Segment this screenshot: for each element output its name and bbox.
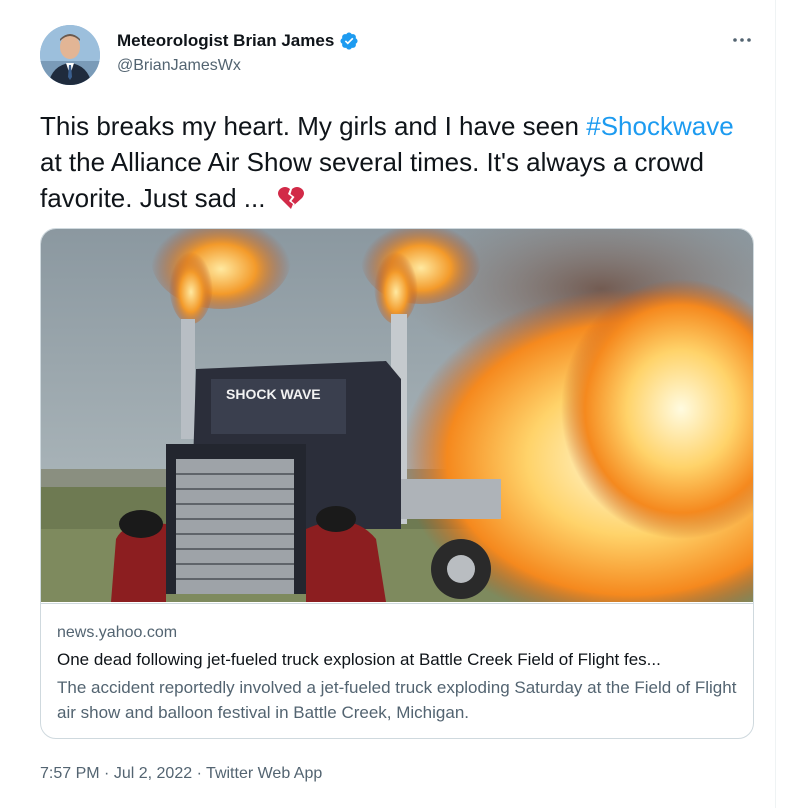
tweet-time[interactable]: 7:57 PM [40,765,100,782]
tweet-text-before: This breaks my heart. My girls and I hav… [40,111,587,141]
card-image: SHOCK WAVE [41,229,753,629]
avatar-image [40,25,100,85]
meta-separator: · [104,765,110,782]
card-description: The accident reportedly involved a jet-f… [57,678,737,722]
verified-badge-icon [339,31,359,51]
tweet-text: This breaks my heart. My girls and I hav… [40,108,740,216]
card-text: news.yahoo.com One dead following jet-fu… [41,603,753,738]
meta-separator: · [196,765,202,782]
tweet-source[interactable]: Twitter Web App [206,765,322,782]
tweet-container: Meteorologist Brian James @BrianJamesWx … [0,0,776,808]
link-preview-card[interactable]: SHOCK WAVE news.yahoo.com One dead follo… [40,228,754,739]
author-display-name[interactable]: Meteorologist Brian James [117,31,334,51]
author-name-row: Meteorologist Brian James [117,31,359,51]
broken-heart-icon [277,184,305,210]
card-domain: news.yahoo.com [57,624,178,641]
author-handle[interactable]: @BrianJamesWx [117,57,241,75]
author-avatar[interactable] [40,25,100,85]
card-title: One dead following jet-fueled truck expl… [57,650,661,669]
hashtag-link[interactable]: #Shockwave [586,111,733,141]
truck-label: SHOCK WAVE [226,386,321,402]
tweet-date[interactable]: Jul 2, 2022 [114,765,192,782]
more-horizontal-icon[interactable] [726,28,758,52]
tweet-text-after: at the Alliance Air Show several times. … [40,147,704,213]
tweet-meta: 7:57 PM · Jul 2, 2022 · Twitter Web App [40,765,322,783]
